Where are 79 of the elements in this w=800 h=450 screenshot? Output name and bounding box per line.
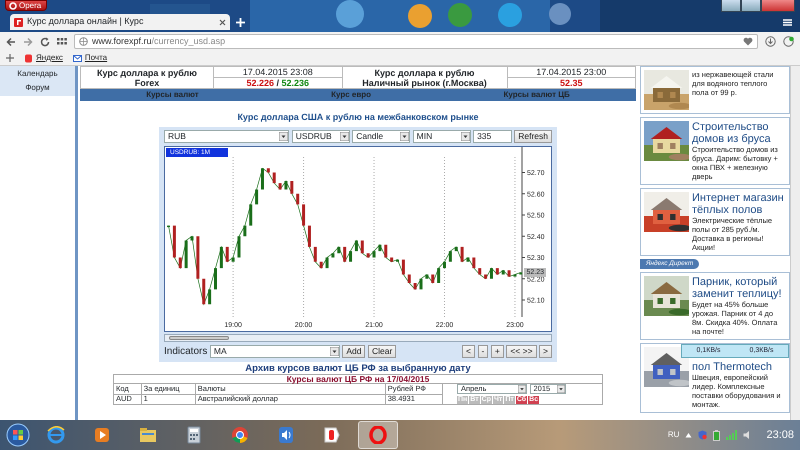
ad-title[interactable]: Парник, который заменит теплицу!	[692, 276, 786, 300]
menu-icon[interactable]	[783, 18, 792, 27]
chart-nav-button[interactable]: >	[539, 345, 552, 358]
browser-tab[interactable]: Курс доллара онлайн | Курс	[10, 14, 230, 30]
scroll-thumb[interactable]	[169, 336, 229, 340]
calculator-icon	[185, 426, 203, 444]
speaker-icon	[277, 426, 295, 444]
caret-icon	[400, 132, 410, 140]
close-icon[interactable]	[219, 18, 226, 26]
opera-menu-button[interactable]: Opera	[5, 0, 48, 11]
rate-time: 17.04.2015 23:00	[536, 67, 606, 77]
taskbar-app[interactable]	[358, 421, 398, 449]
indicators-label: Indicators	[164, 345, 208, 359]
rate-value: 52.226	[246, 78, 274, 88]
browser-icon	[47, 426, 65, 444]
dropdown[interactable]: USDRUB	[292, 130, 350, 142]
chart-title: Курс доллара США к рублю на межбанковском рынке	[236, 111, 480, 124]
back-icon[interactable]	[6, 36, 16, 46]
reload-icon[interactable]	[40, 36, 50, 46]
caret-icon	[518, 385, 526, 393]
opera-logo-icon	[369, 426, 387, 444]
envelope-icon	[72, 54, 82, 62]
archive-subtitle: Курсы валют ЦБ РФ на 17/04/2015	[286, 374, 430, 384]
caret-icon	[279, 132, 288, 140]
globe-icon	[79, 37, 88, 46]
heart-icon[interactable]	[743, 37, 753, 46]
scrollbar[interactable]	[790, 66, 800, 420]
forward-icon[interactable]	[23, 36, 33, 46]
dropdown[interactable]: Candle	[352, 130, 410, 142]
start-button[interactable]	[6, 423, 30, 447]
app-logo-icon	[323, 426, 341, 444]
sync-icon[interactable]	[783, 36, 794, 47]
rate-time: 17.04.2015 23:08	[242, 67, 313, 77]
chart-nav-button[interactable]: <	[462, 345, 475, 358]
new-tab-icon[interactable]	[236, 18, 245, 27]
separator: /	[275, 78, 280, 88]
sidebar-link[interactable]: Форум	[25, 82, 50, 94]
tab-title: Курс доллара онлайн | Курс	[27, 15, 144, 28]
chart-nav-button[interactable]: << >>	[506, 345, 537, 358]
caret-icon	[556, 385, 564, 393]
chart-scrollbar[interactable]	[164, 334, 552, 342]
player-icon	[93, 426, 111, 444]
chart-nav-button[interactable]: -	[478, 345, 488, 358]
rate-title: Курс доллара к рублю Наличный рынок (г.Москва)	[362, 68, 487, 88]
bookmark-link[interactable]: Почта	[72, 52, 108, 64]
ad-title[interactable]: Строительство домов из бруса	[692, 121, 786, 145]
opera-logo-icon	[9, 2, 17, 10]
add-bookmark-icon[interactable]	[6, 54, 14, 62]
maximize-button[interactable]	[741, 0, 761, 12]
rate-value: 52.35	[560, 78, 583, 88]
folder-icon	[139, 426, 157, 444]
archive-title: Архив курсов валют ЦБ РФ за выбранную дату	[244, 364, 472, 374]
bookmark-logo-icon	[24, 54, 33, 62]
clock[interactable]: 23:08	[766, 426, 794, 444]
rate-title: Курс доллара к рублю Forex	[97, 68, 197, 88]
minimize-button[interactable]	[721, 0, 741, 12]
download-icon[interactable]	[765, 36, 776, 47]
address-field[interactable]: www.forexpf.ru/currency_usd.asp	[74, 34, 758, 49]
indicator-dropdown[interactable]: MA	[210, 345, 340, 358]
clear-button[interactable]: Clear	[368, 345, 396, 358]
caret-icon	[330, 347, 339, 356]
add-button[interactable]: Add	[342, 345, 366, 358]
ad-title[interactable]: Интернет магазин тёплых полов	[692, 192, 786, 216]
period-field[interactable]: 335	[473, 130, 512, 142]
tray-arrow-icon[interactable]	[685, 432, 692, 438]
speed-dial-icon[interactable]	[57, 36, 67, 46]
close-button[interactable]	[761, 0, 795, 12]
caret-icon	[340, 132, 349, 140]
caret-icon	[460, 132, 470, 140]
sidebar-link[interactable]: Календарь	[17, 68, 58, 80]
dropdown[interactable]: RUB	[164, 130, 290, 142]
bookmark-link[interactable]: Яндекс	[24, 52, 63, 64]
chrome-icon	[231, 426, 249, 444]
refresh-button[interactable]: Refresh	[514, 130, 552, 142]
rate-value: 52.236	[282, 78, 310, 88]
ad-title[interactable]: пол Thermotech	[692, 360, 786, 373]
dropdown[interactable]: MIN	[412, 130, 471, 142]
site-favicon-icon	[14, 18, 23, 26]
chart-nav-button[interactable]: +	[490, 345, 504, 358]
